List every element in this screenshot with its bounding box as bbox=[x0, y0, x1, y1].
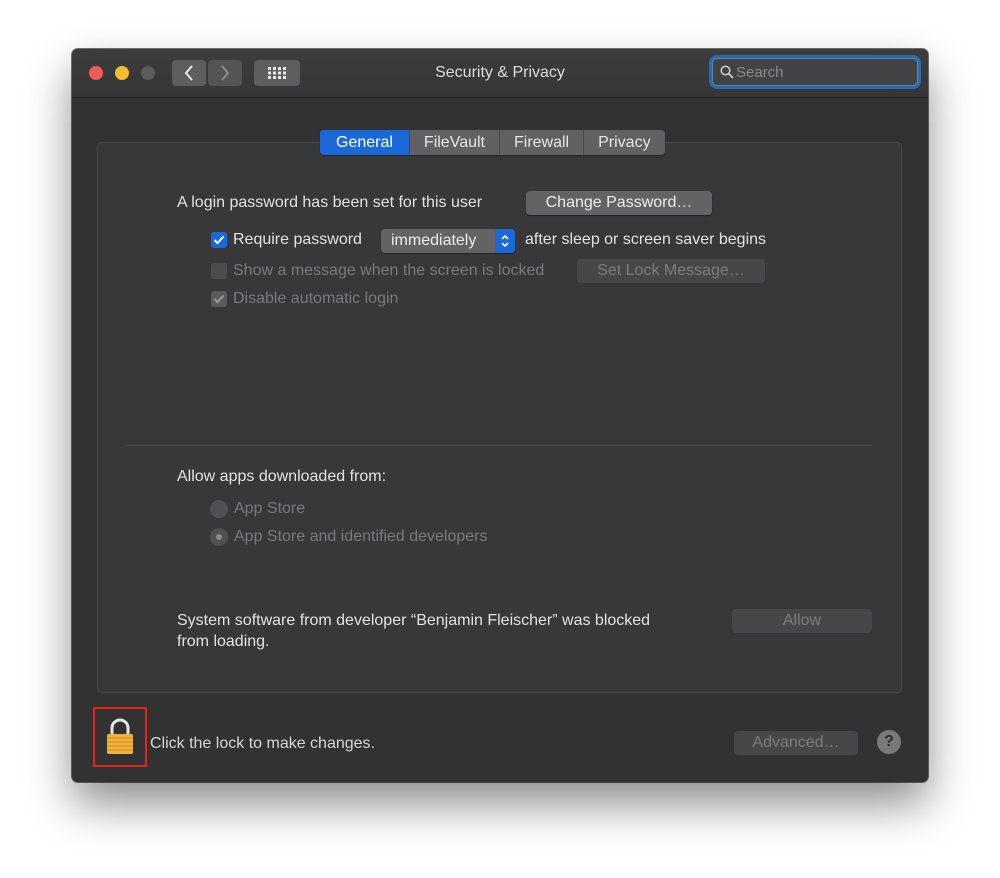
advanced-button[interactable]: Advanced… bbox=[734, 731, 858, 755]
tab-filevault[interactable]: FileVault bbox=[408, 130, 499, 155]
section-divider bbox=[127, 445, 872, 446]
login-password-text: A login password has been set for this u… bbox=[177, 194, 483, 211]
chevron-right-icon bbox=[221, 65, 230, 81]
lock-button[interactable] bbox=[93, 707, 147, 767]
change-password-button[interactable]: Change Password… bbox=[526, 191, 712, 215]
checkmark-icon bbox=[213, 294, 225, 304]
select-value: immediately bbox=[391, 232, 477, 249]
search-field[interactable] bbox=[712, 58, 918, 86]
radio-app-store[interactable] bbox=[210, 500, 228, 518]
lock-icon bbox=[107, 718, 133, 754]
require-password-label: Require password bbox=[233, 231, 362, 248]
close-window-button[interactable] bbox=[89, 66, 103, 80]
disable-automatic-login-checkbox[interactable] bbox=[211, 291, 227, 307]
radio-app-store-label: App Store bbox=[234, 500, 306, 517]
security-privacy-window: Security & Privacy General FileVault Fir… bbox=[72, 49, 928, 782]
allow-button[interactable]: Allow bbox=[732, 609, 872, 633]
grid-icon bbox=[268, 67, 286, 79]
forward-button[interactable] bbox=[208, 60, 242, 86]
allow-apps-heading: Allow apps downloaded from: bbox=[177, 468, 387, 485]
search-input[interactable] bbox=[734, 63, 906, 81]
show-message-checkbox[interactable] bbox=[211, 263, 227, 279]
show-message-label: Show a message when the screen is locked bbox=[233, 262, 545, 279]
set-lock-message-button[interactable]: Set Lock Message… bbox=[577, 259, 765, 283]
tab-bar: General FileVault Firewall Privacy bbox=[320, 130, 665, 155]
checkmark-icon bbox=[213, 235, 225, 245]
tab-general[interactable]: General bbox=[320, 130, 409, 155]
radio-selected-dot bbox=[216, 534, 222, 540]
tab-privacy[interactable]: Privacy bbox=[583, 130, 664, 155]
back-button[interactable] bbox=[172, 60, 206, 86]
blocked-software-text-line1: System software from developer “Benjamin… bbox=[177, 612, 651, 629]
blocked-software-text-line2: from loading. bbox=[177, 633, 270, 650]
search-icon bbox=[720, 65, 734, 79]
tab-firewall[interactable]: Firewall bbox=[498, 130, 583, 155]
chevron-left-icon bbox=[184, 65, 193, 81]
require-password-suffix: after sleep or screen saver begins bbox=[525, 231, 767, 248]
minimize-window-button[interactable] bbox=[115, 66, 129, 80]
require-password-delay-select[interactable]: immediately bbox=[381, 229, 515, 253]
radio-app-store-identified-label: App Store and identified developers bbox=[234, 528, 488, 545]
zoom-window-button[interactable] bbox=[141, 66, 155, 80]
radio-app-store-identified[interactable] bbox=[210, 528, 228, 546]
show-all-button[interactable] bbox=[254, 60, 300, 86]
help-button[interactable]: ? bbox=[877, 730, 901, 754]
lock-status-text: Click the lock to make changes. bbox=[150, 735, 375, 752]
require-password-checkbox[interactable] bbox=[211, 232, 227, 248]
up-down-arrows-icon bbox=[495, 229, 515, 253]
disable-automatic-login-label: Disable automatic login bbox=[233, 290, 399, 307]
title-bar: Security & Privacy bbox=[72, 49, 928, 98]
